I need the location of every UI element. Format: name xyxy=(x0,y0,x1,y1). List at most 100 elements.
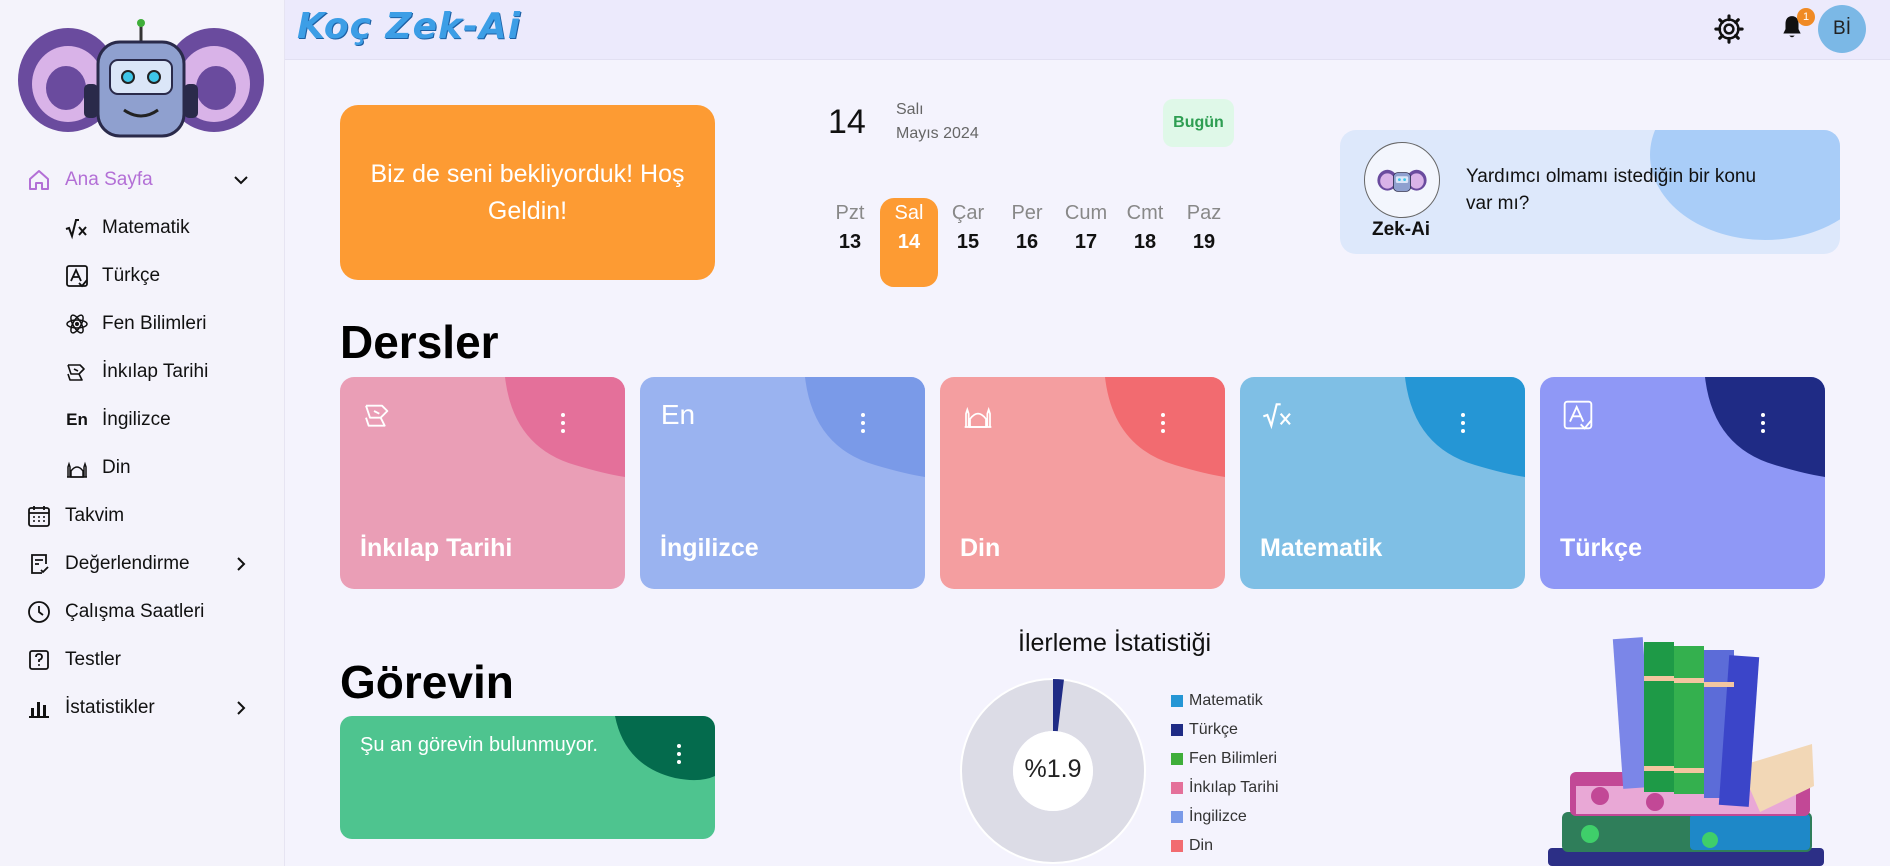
legend-item[interactable]: İnkılap Tarihi xyxy=(1171,773,1279,802)
week-day[interactable]: Cum 17 xyxy=(1057,198,1115,287)
today-button[interactable]: Bugün xyxy=(1163,99,1234,147)
sidebar-item-calendar[interactable]: Takvim xyxy=(0,492,285,540)
lesson-card-religion[interactable]: Din xyxy=(940,377,1225,589)
more-options-icon[interactable] xyxy=(1155,413,1171,443)
sidebar-item-label: Din xyxy=(102,457,131,478)
sidebar-item-label: Ana Sayfa xyxy=(65,169,153,190)
brand-title[interactable]: Koç Zek-Ai xyxy=(297,6,521,47)
top-bar: Koç Zek-Ai 1 Bİ xyxy=(285,0,1890,60)
sidebar-item-label: İstatistikler xyxy=(65,697,155,718)
more-options-icon[interactable] xyxy=(855,413,871,443)
sidebar-item-label: Testler xyxy=(65,649,121,670)
legend-label: İngilizce xyxy=(1189,807,1247,825)
sidebar-item-home[interactable]: Ana Sayfa xyxy=(0,156,285,204)
week-day-date: 16 xyxy=(1015,231,1039,253)
week-day-name: Sal xyxy=(894,202,924,224)
stats-icon xyxy=(26,695,52,721)
sidebar-item-label: Takvim xyxy=(65,505,125,526)
gear-icon[interactable] xyxy=(1712,12,1746,46)
mosque-icon xyxy=(64,455,90,481)
legend-label: Türkçe xyxy=(1189,720,1238,738)
legend-item[interactable]: Din xyxy=(1171,831,1279,860)
week-day-name: Cmt xyxy=(1126,202,1164,224)
welcome-banner: Biz de seni bekliyorduk! Hoş Geldin! xyxy=(340,105,715,280)
sidebar-item-religion[interactable]: Din xyxy=(0,444,285,492)
more-options-icon[interactable] xyxy=(1755,413,1771,443)
chevron-down-icon[interactable] xyxy=(232,171,250,189)
more-options-icon[interactable] xyxy=(1455,413,1471,443)
chevron-right-icon[interactable] xyxy=(232,699,250,717)
week-day[interactable]: Pzt 13 xyxy=(821,198,879,287)
evaluation-icon xyxy=(26,551,52,577)
more-options-icon[interactable] xyxy=(671,744,687,774)
week-day-name: Çar xyxy=(951,202,985,224)
progress-center-label: %1.9 xyxy=(1024,755,1082,783)
history-icon xyxy=(64,359,90,385)
math-icon xyxy=(64,215,90,241)
turkish-icon xyxy=(1560,397,1596,433)
task-card[interactable]: Şu an görevin bulunmuyor. xyxy=(340,716,715,839)
week-day[interactable]: Per 16 xyxy=(998,198,1056,287)
calendar-day-number: 14 xyxy=(828,103,866,141)
week-day-name: Cum xyxy=(1064,202,1108,224)
english-icon: En xyxy=(660,399,696,430)
week-day[interactable]: Paz 19 xyxy=(1175,198,1233,287)
lesson-card-title: İngilizce xyxy=(660,534,759,562)
lesson-card-title: Türkçe xyxy=(1560,534,1642,562)
clock-icon xyxy=(26,599,52,625)
mosque-icon xyxy=(960,397,996,433)
sidebar-item-math[interactable]: Matematik xyxy=(0,204,285,252)
sidebar-item-evaluation[interactable]: Değerlendirme xyxy=(0,540,285,588)
legend-item[interactable]: Fen Bilimleri xyxy=(1171,744,1279,773)
week-day[interactable]: Çar 15 xyxy=(939,198,997,287)
legend-swatch xyxy=(1171,810,1183,823)
legend-swatch xyxy=(1171,694,1183,707)
legend-item[interactable]: İngilizce xyxy=(1171,802,1279,831)
lesson-card-math[interactable]: Matematik xyxy=(1240,377,1525,589)
week-day[interactable]: Cmt 18 xyxy=(1116,198,1174,287)
home-icon xyxy=(26,167,52,193)
sidebar-item-study-hours[interactable]: Çalışma Saatleri xyxy=(0,588,285,636)
legend-swatch xyxy=(1171,781,1183,794)
progress-title: İlerleme İstatistiği xyxy=(1018,629,1212,657)
sidebar-item-label: Değerlendirme xyxy=(65,553,190,574)
legend-swatch xyxy=(1171,752,1183,765)
assistant-name: Zek-Ai xyxy=(1372,219,1431,240)
user-avatar[interactable]: Bİ xyxy=(1818,5,1866,53)
legend-item[interactable]: Türkçe xyxy=(1171,715,1279,744)
lesson-card-turkish[interactable]: Türkçe xyxy=(1540,377,1825,589)
sidebar-item-tests[interactable]: Testler xyxy=(0,636,285,684)
card-corner-decoration xyxy=(615,716,715,781)
assistant-card[interactable]: Zek-Ai Yardımcı olmamı istediğin bir kon… xyxy=(1340,130,1840,254)
legend-label: İnkılap Tarihi xyxy=(1189,778,1279,796)
week-day-selected[interactable]: Sal 14 xyxy=(880,198,938,287)
more-options-icon[interactable] xyxy=(555,413,571,443)
sidebar-nav: Ana Sayfa Matematik Türkçe Fen Bilimleri xyxy=(0,156,285,732)
week-day-name: Per xyxy=(1011,202,1043,224)
legend-label: Din xyxy=(1189,836,1214,854)
lesson-card-english[interactable]: En İngilizce xyxy=(640,377,925,589)
math-icon xyxy=(1260,397,1296,433)
lesson-card-title: Din xyxy=(960,534,1001,562)
sidebar-item-science[interactable]: Fen Bilimleri xyxy=(0,300,285,348)
lesson-card-title: Matematik xyxy=(1260,534,1383,562)
lesson-card-history[interactable]: İnkılap Tarihi xyxy=(340,377,625,589)
sidebar-item-turkish[interactable]: Türkçe xyxy=(0,252,285,300)
sidebar-item-history[interactable]: İnkılap Tarihi xyxy=(0,348,285,396)
sidebar-item-label: Çalışma Saatleri xyxy=(65,601,205,622)
legend-label: Matematik xyxy=(1189,691,1263,709)
sidebar: Ana Sayfa Matematik Türkçe Fen Bilimleri xyxy=(0,0,285,866)
sidebar-item-label: Türkçe xyxy=(102,265,161,286)
calendar-weekday: Salı xyxy=(896,101,924,118)
sidebar-item-stats[interactable]: İstatistikler xyxy=(0,684,285,732)
sidebar-item-label: Fen Bilimleri xyxy=(102,313,207,334)
notification-bell[interactable]: 1 xyxy=(1775,8,1815,46)
week-day-name: Pzt xyxy=(835,202,865,224)
calendar-month-year: Mayıs 2024 xyxy=(896,125,979,142)
sidebar-item-english[interactable]: En İngilizce xyxy=(0,396,285,444)
legend-item[interactable]: Matematik xyxy=(1171,686,1279,715)
week-day-date: 17 xyxy=(1074,231,1098,253)
app-logo xyxy=(16,14,266,144)
chevron-right-icon[interactable] xyxy=(232,555,250,573)
calendar-icon xyxy=(26,503,52,529)
